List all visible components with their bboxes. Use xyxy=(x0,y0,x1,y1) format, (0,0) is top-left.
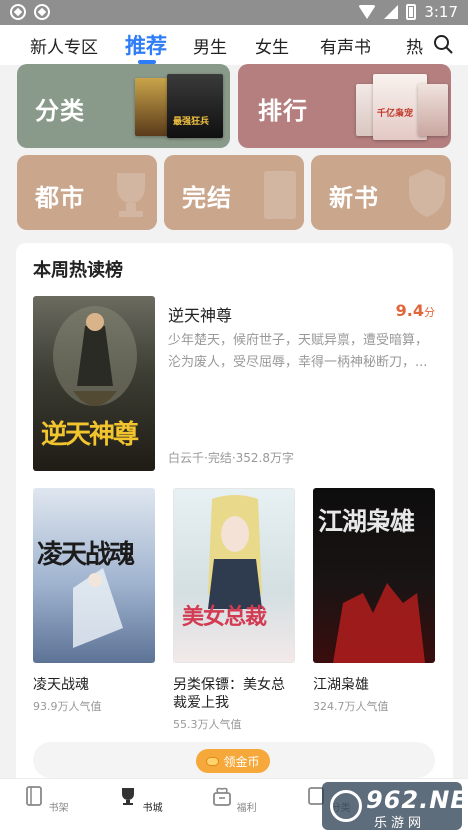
trophy-icon xyxy=(122,788,135,805)
book-item[interactable]: 美女总裁 另类保镖：美女总裁爱上我 55.3万人气值 xyxy=(173,488,295,732)
tab-female[interactable]: 女生 xyxy=(255,33,289,58)
notification-icon xyxy=(10,4,26,20)
tab-new-user[interactable]: 新人专区 xyxy=(30,33,98,58)
nav-bookstore[interactable]: 书城 xyxy=(110,785,170,814)
category-tile[interactable]: 分类 最强狂兵 xyxy=(17,64,230,148)
notification-icon xyxy=(34,4,50,20)
book-cover: 凌天战魂 xyxy=(33,488,155,663)
new-book-label: 新书 xyxy=(329,184,379,212)
score-unit: 分 xyxy=(424,306,435,319)
signal-icon xyxy=(384,5,399,19)
ranking-label: 排行 xyxy=(258,97,308,125)
tab-hot[interactable]: 热 xyxy=(406,33,423,58)
new-book-tile[interactable]: 新书 xyxy=(311,155,451,230)
nav-label: 书架 xyxy=(48,803,69,814)
book-cover: 美女总裁 xyxy=(173,488,295,663)
nav-bookshelf[interactable]: 书架 xyxy=(16,785,76,814)
watermark-logo-icon xyxy=(330,790,362,822)
completed-label: 完结 xyxy=(182,184,232,212)
bookshelf-icon xyxy=(26,786,43,806)
book-popularity: 55.3万人气值 xyxy=(173,718,242,731)
cover-illustration xyxy=(208,495,262,609)
status-time: 3:17 xyxy=(424,3,458,21)
book-title: 江湖枭雄 xyxy=(313,677,369,693)
collect-coins-button[interactable]: 领金币 xyxy=(196,749,270,773)
nav-label: 福利 xyxy=(236,803,257,814)
book-description: 少年楚天，候府世子，天赋异禀，遭受暗算，沦为废人，受尽屈辱，幸得一柄神秘断刀，.… xyxy=(168,333,429,370)
cover-title: 江湖枭雄 xyxy=(318,507,415,536)
tab-recommend[interactable]: 推荐 xyxy=(125,30,167,60)
score-value: 9.4 xyxy=(395,301,424,320)
category-label: 分类 xyxy=(35,97,85,125)
wifi-icon xyxy=(358,5,377,19)
gift-icon xyxy=(213,787,232,806)
cover-title: 凌天战魂 xyxy=(37,540,135,570)
collect-coins-label: 领金币 xyxy=(223,754,260,769)
featured-book-title[interactable]: 逆天神尊 xyxy=(168,302,232,326)
featured-book-cover[interactable]: 逆天神尊 xyxy=(33,296,155,471)
nav-label: 书城 xyxy=(142,803,163,814)
coin-icon xyxy=(206,756,220,766)
completed-tile[interactable]: 完结 xyxy=(164,155,304,230)
book-icon xyxy=(264,171,296,219)
watermark-top-text: 962.NET xyxy=(366,786,468,814)
battery-icon xyxy=(406,4,417,20)
cover-title: 美女总裁 xyxy=(182,604,267,630)
new-badge-icon xyxy=(409,169,445,217)
urban-label: 都市 xyxy=(35,184,85,212)
book-title: 凌天战魂 xyxy=(33,677,89,693)
book-item[interactable]: 江湖枭雄 江湖枭雄 324.7万人气值 xyxy=(313,488,435,714)
top-tab-bar: 新人专区 推荐 男生 女生 有声书 热 xyxy=(0,25,468,65)
urban-tile[interactable]: 都市 xyxy=(17,155,157,230)
trophy-icon xyxy=(117,173,145,217)
cover-illustration xyxy=(73,568,123,648)
search-icon[interactable] xyxy=(433,34,453,54)
book-score: 9.4分 xyxy=(396,301,435,320)
site-watermark: 962.NET 乐游网 xyxy=(322,782,468,831)
book-popularity: 93.9万人气值 xyxy=(33,700,102,713)
ranking-tile[interactable]: 排行 千亿枭宠 xyxy=(238,64,451,148)
tab-male[interactable]: 男生 xyxy=(193,33,227,58)
book-item[interactable]: 凌天战魂 凌天战魂 93.9万人气值 xyxy=(33,488,155,714)
status-bar: 3:17 xyxy=(0,0,468,25)
watermark-bottom-text: 乐游网 xyxy=(374,816,426,831)
book-cover-thumbnail xyxy=(418,84,448,136)
book-cover: 江湖枭雄 xyxy=(313,488,435,663)
section-title: 本周热读榜 xyxy=(33,260,123,281)
book-title: 另类保镖：美女总裁爱上我 xyxy=(173,677,285,711)
tab-audiobook[interactable]: 有声书 xyxy=(320,33,371,58)
cover-title: 逆天神尊 xyxy=(41,420,139,450)
book-meta: 白云千·完结·352.8万字 xyxy=(168,451,294,465)
book-popularity: 324.7万人气值 xyxy=(313,700,389,713)
nav-benefits[interactable]: 福利 xyxy=(204,785,264,814)
book-cover-thumbnail: 最强狂兵 xyxy=(167,74,223,138)
